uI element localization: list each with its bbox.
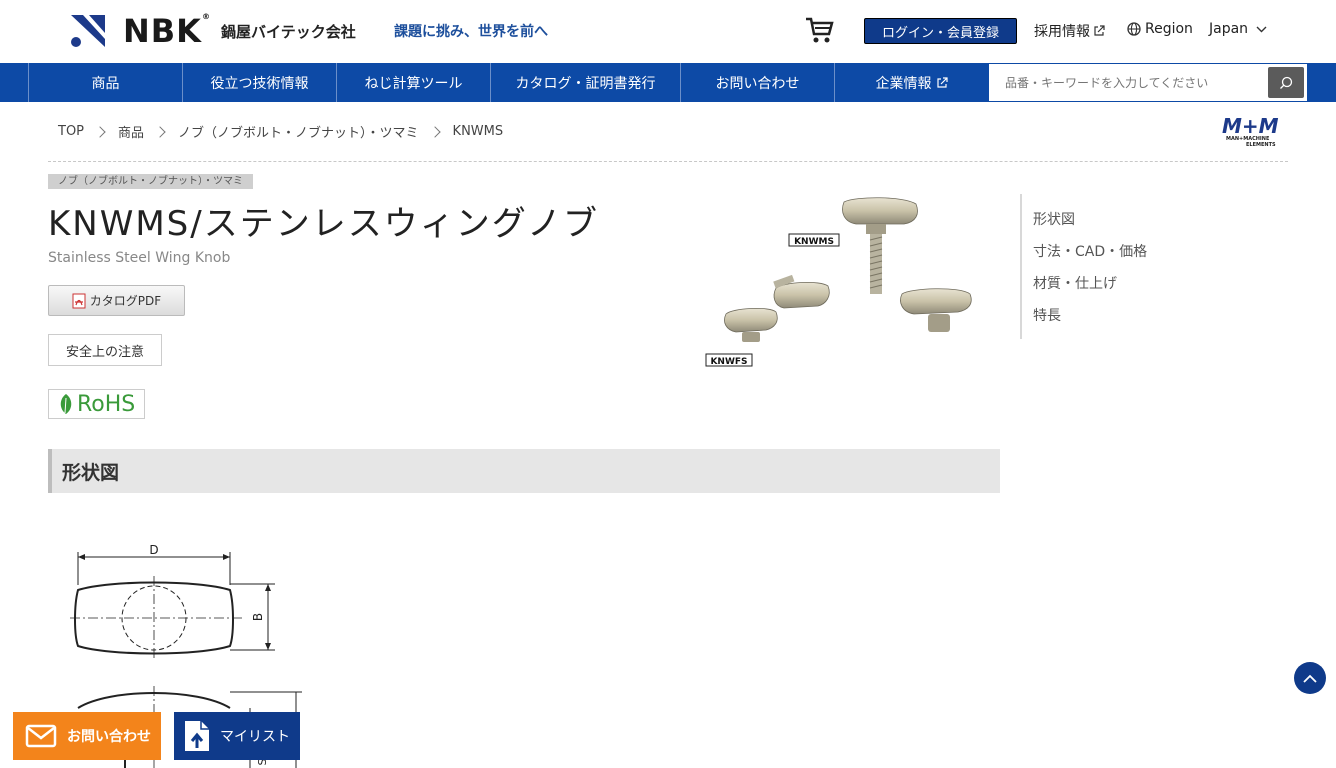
section-link-material[interactable]: 材質・仕上げ <box>1033 273 1117 293</box>
country-label: Japan <box>1209 21 1249 37</box>
recruit-link[interactable]: 採用情報 <box>1034 21 1105 41</box>
leaf-icon <box>60 394 72 414</box>
breadcrumb-current: KNWMS <box>452 124 504 139</box>
country-selector[interactable]: Japan <box>1209 21 1267 37</box>
dim-b-label: B <box>251 613 265 621</box>
floating-mylist-button[interactable]: マイリスト <box>174 712 300 760</box>
back-to-top-button[interactable] <box>1294 662 1326 694</box>
product-title: KNWMS/ステンレスウィングノブ <box>48 204 600 244</box>
search-icon <box>1280 76 1293 89</box>
man-machine-elements-logo[interactable]: M+M MAN+MACHINE ELEMENTS <box>1220 113 1290 149</box>
rohs-label: RoHS <box>77 391 136 417</box>
cart-icon[interactable] <box>804 15 834 45</box>
logo-text: NBK® <box>123 12 211 50</box>
image-label-knwfs: KNWFS <box>710 357 747 367</box>
external-link-icon <box>1094 25 1105 36</box>
dim-d-label: D <box>149 543 158 557</box>
chevron-right-icon <box>154 125 166 138</box>
breadcrumb-category[interactable]: ノブ（ノブボルト・ノブナット）・ツマミ <box>178 122 419 141</box>
section-link-features[interactable]: 特長 <box>1033 305 1061 325</box>
catalog-pdf-label: カタログPDF <box>89 294 162 308</box>
page-section-nav: 形状図 寸法・CAD・価格 材質・仕上げ 特長 <box>1020 194 1180 339</box>
external-link-icon <box>936 76 948 88</box>
product-image: KNWMS KNWFS <box>705 197 972 367</box>
tagline: 課題に挑み、世界を前へ <box>394 24 548 40</box>
section-link-shape[interactable]: 形状図 <box>1033 209 1075 229</box>
breadcrumb-divider <box>48 161 1288 162</box>
region-label: Region <box>1145 21 1193 37</box>
floating-contact-button[interactable]: お問い合わせ <box>13 712 161 760</box>
nbk-logo[interactable]: NBK® <box>69 12 211 50</box>
search-box <box>988 63 1308 102</box>
main-nav: 商品 役立つ技術情報 ねじ計算ツール カタログ・証明書発行 お問い合わせ 企業情… <box>0 63 1336 102</box>
safety-notice-button[interactable]: 安全上の注意 <box>48 334 162 366</box>
nav-item-tech-info[interactable]: 役立つ技術情報 <box>182 63 336 102</box>
chevron-right-icon <box>428 125 441 138</box>
product-subtitle: Stainless Steel Wing Knob <box>48 250 231 266</box>
floating-contact-label: お問い合わせ <box>67 729 151 745</box>
search-button[interactable] <box>1268 67 1304 98</box>
region-selector[interactable]: Region <box>1127 21 1193 37</box>
nav-item-company[interactable]: 企業情報 <box>834 63 988 102</box>
company-name: 鍋屋バイテック会社 <box>221 23 356 41</box>
svg-text:M+M: M+M <box>1222 114 1279 138</box>
category-tag: ノブ（ノブボルト・ノブナット）・ツマミ <box>48 174 253 189</box>
chevron-up-icon <box>1303 674 1317 683</box>
nbk-logo-mark <box>71 15 105 47</box>
breadcrumb-top[interactable]: TOP <box>58 124 84 139</box>
chevron-down-icon <box>1256 26 1267 32</box>
nav-item-contact[interactable]: お問い合わせ <box>680 63 834 102</box>
login-register-button[interactable]: ログイン・会員登録 <box>864 18 1017 44</box>
search-input[interactable] <box>989 64 1264 101</box>
section-link-dimensions[interactable]: 寸法・CAD・価格 <box>1033 241 1147 261</box>
breadcrumb: TOP 商品 ノブ（ノブボルト・ノブナット）・ツマミ KNWMS <box>58 122 503 141</box>
section-title: 形状図 <box>62 462 120 484</box>
mail-icon <box>25 724 57 748</box>
catalog-pdf-button[interactable]: カタログPDF <box>48 285 185 316</box>
nav-item-screw-tool[interactable]: ねじ計算ツール <box>336 63 490 102</box>
breadcrumb-products[interactable]: 商品 <box>118 122 144 141</box>
document-upload-icon <box>185 721 209 751</box>
image-label-knwms: KNWMS <box>794 237 834 247</box>
globe-icon <box>1127 22 1141 36</box>
recruit-label: 採用情報 <box>1034 24 1090 40</box>
pdf-icon <box>72 293 86 308</box>
svg-text:ELEMENTS: ELEMENTS <box>1246 142 1276 148</box>
section-header-shape: 形状図 <box>48 449 1000 493</box>
floating-mylist-label: マイリスト <box>220 729 290 745</box>
site-header: NBK® 鍋屋バイテック会社 課題に挑み、世界を前へ ログイン・会員登録 採用情… <box>0 0 1336 63</box>
chevron-right-icon <box>94 125 106 138</box>
nav-item-catalog[interactable]: カタログ・証明書発行 <box>490 63 680 102</box>
nav-item-products[interactable]: 商品 <box>28 63 182 102</box>
rohs-badge: RoHS <box>48 389 145 419</box>
